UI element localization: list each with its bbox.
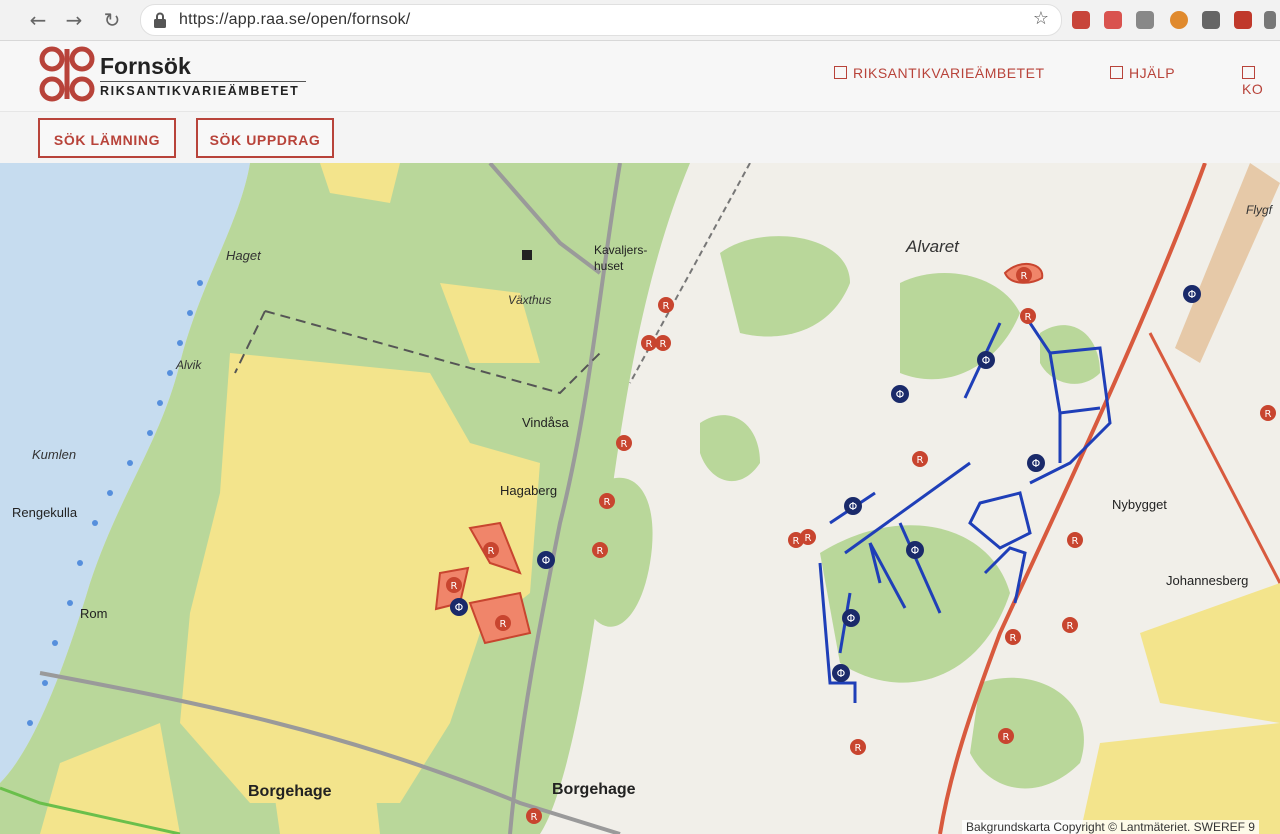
place-label: Rengekulla [12, 505, 78, 520]
svg-text:R: R [1010, 633, 1017, 644]
svg-text:R: R [531, 812, 538, 823]
place-label: Nybygget [1112, 497, 1167, 512]
svg-text:R: R [917, 455, 924, 466]
survey-marker-icon[interactable] [450, 285, 1201, 682]
svg-text:R: R [793, 536, 800, 547]
brand-divider [100, 81, 306, 82]
place-label: Haget [226, 248, 261, 263]
svg-text:R: R [660, 339, 667, 350]
svg-text:R: R [1003, 732, 1010, 743]
svg-text:R: R [451, 581, 458, 592]
svg-text:R: R [621, 439, 628, 450]
extension-icon[interactable] [1170, 11, 1188, 29]
link-hjalp[interactable]: HJÄLP [1110, 65, 1175, 81]
svg-text:R: R [604, 497, 611, 508]
landmark-icon [522, 250, 532, 260]
svg-text:Φ: Φ [1032, 457, 1041, 470]
external-link-icon [1242, 66, 1255, 79]
svg-text:R: R [1021, 271, 1028, 282]
map-view[interactable]: RRR RRR RRR RRR RRR RRR RRR ΦΦΦ ΦΦΦ ΦΦΦ … [0, 163, 1280, 834]
brand-subtitle: RIKSANTIKVARIEÄMBETET [100, 84, 300, 98]
svg-text:R: R [805, 533, 812, 544]
lock-icon [154, 12, 166, 28]
browser-toolbar: ← → ↻ https://app.raa.se/open/fornsok/ ☆ [0, 0, 1280, 41]
place-label: Alvaret [906, 237, 959, 256]
app-header: Fornsök RIKSANTIKVARIEÄMBETET RIKSANTIKV… [0, 41, 1280, 111]
address-bar[interactable]: https://app.raa.se/open/fornsok/ ☆ [140, 4, 1062, 36]
map-copyright: Bakgrundskarta Copyright © Lantmäteriet.… [962, 820, 1259, 834]
place-label: Vindåsa [522, 415, 569, 430]
place-label: Borgehage [552, 781, 636, 798]
extension-icon[interactable] [1202, 11, 1220, 29]
link-label: KO [1242, 81, 1264, 97]
url-text: https://app.raa.se/open/fornsok/ [179, 11, 411, 28]
svg-text:R: R [646, 339, 653, 350]
place-label: Hagaberg [500, 483, 558, 498]
brand-title: Fornsök [100, 53, 191, 79]
link-kontakt[interactable]: KO [1242, 65, 1280, 97]
link-label: RIKSANTIKVARIEÄMBETET [853, 65, 1045, 81]
svg-text:R: R [855, 743, 862, 754]
link-label: HJÄLP [1129, 65, 1176, 81]
place-label: Flygf [1246, 203, 1273, 217]
svg-text:Φ: Φ [542, 554, 551, 567]
extension-icon[interactable] [1104, 11, 1122, 29]
marker-layer: RR R RRR RRR RRR RRR RRR RRR ΦΦΦ ΦΦΦ ΦΦΦ … [446, 250, 1276, 824]
search-remains-button[interactable]: SÖK LÄMNING [38, 118, 176, 158]
svg-text:Φ: Φ [849, 500, 858, 513]
svg-text:R: R [488, 546, 495, 557]
forward-icon[interactable]: → [62, 8, 86, 32]
place-label: Kavaljers- [594, 243, 648, 257]
svg-text:R: R [597, 546, 604, 557]
external-link-icon [1110, 66, 1123, 79]
heritage-marker-icon[interactable] [446, 267, 1276, 824]
svg-text:Φ: Φ [896, 388, 905, 401]
svg-text:R: R [663, 301, 670, 312]
place-label: Kumlen [32, 447, 77, 462]
svg-text:R: R [1025, 312, 1032, 323]
place-label: Borgehage [248, 783, 332, 800]
svg-text:R: R [1067, 621, 1074, 632]
external-link-icon [834, 66, 847, 79]
svg-text:R: R [500, 619, 507, 630]
svg-text:Φ: Φ [1188, 288, 1197, 301]
svg-text:Φ: Φ [847, 612, 856, 625]
place-label: Rom [80, 606, 108, 621]
place-label: Johannesberg [1166, 573, 1249, 588]
place-label: Alvik [176, 358, 202, 372]
back-icon[interactable]: ← [26, 8, 50, 32]
extension-icon[interactable] [1264, 11, 1276, 29]
search-assignments-button[interactable]: SÖK UPPDRAG [196, 118, 334, 158]
link-riksantikvarieambetet[interactable]: RIKSANTIKVARIEÄMBETET [834, 65, 1045, 81]
search-toolbar: SÖK LÄMNING SÖK UPPDRAG [0, 111, 1280, 164]
reload-icon[interactable]: ↻ [100, 8, 124, 32]
svg-text:Φ: Φ [837, 667, 846, 680]
fornsok-logo-icon[interactable] [38, 45, 96, 103]
extension-icon[interactable] [1072, 11, 1090, 29]
svg-text:R: R [1265, 409, 1272, 420]
place-label: huset [594, 259, 624, 273]
extension-icon[interactable] [1136, 11, 1154, 29]
svg-text:Φ: Φ [455, 601, 464, 614]
svg-text:Φ: Φ [982, 354, 991, 367]
extension-icon[interactable] [1234, 11, 1252, 29]
bookmark-star-icon[interactable]: ☆ [1033, 8, 1049, 29]
svg-text:R: R [1072, 536, 1079, 547]
svg-text:Φ: Φ [911, 544, 920, 557]
place-label: Växthus [508, 293, 552, 307]
